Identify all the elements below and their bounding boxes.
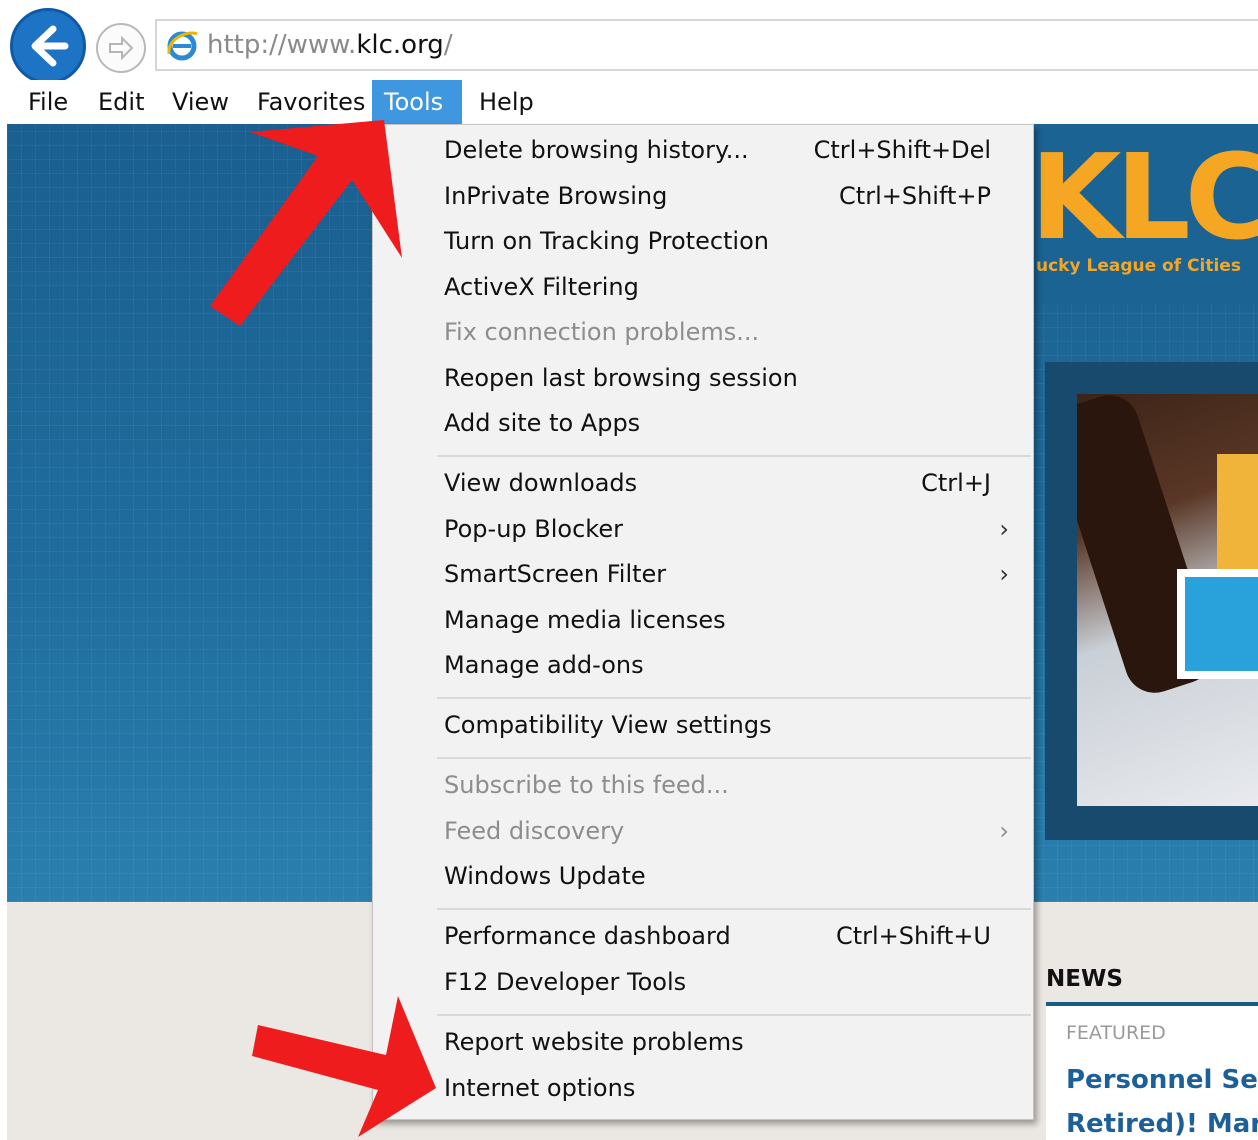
shortcut-label: Ctrl+Shift+P (839, 182, 991, 210)
menu-item-subscribe-feed: Subscribe to this feed... (373, 764, 1033, 810)
shortcut-label: Ctrl+Shift+Del (813, 136, 991, 164)
menu-item-label: Feed discovery (444, 817, 625, 845)
menu-item-activex-filtering[interactable]: ActiveX Filtering (373, 266, 1033, 312)
menu-item-label: Manage add-ons (444, 651, 644, 679)
image-accent-blue (1177, 569, 1258, 679)
menu-item-label: InPrivate Browsing (444, 182, 668, 210)
menu-item-label: View downloads (444, 469, 638, 497)
menu-item-label: SmartScreen Filter (444, 560, 667, 588)
news-headline-line-1: Personnel Ser (1066, 1065, 1258, 1095)
menu-item-label: Performance dashboard (444, 922, 731, 950)
url-field[interactable]: http://www.klc.org/ (155, 19, 1258, 71)
menu-item-label: Subscribe to this feed... (444, 771, 729, 799)
menu-item-internet-options[interactable]: Internet options (373, 1067, 1033, 1113)
menu-item-label: F12 Developer Tools (444, 968, 687, 996)
forward-arrow-icon (109, 35, 134, 61)
menu-item-popup-blocker[interactable]: Pop-up Blocker › (373, 508, 1033, 554)
submenu-chevron-icon: › (999, 560, 1009, 588)
tools-menu: Delete browsing history... Ctrl+Shift+De… (372, 124, 1034, 1120)
menu-separator (437, 757, 1031, 759)
menu-item-label: Internet options (444, 1074, 636, 1102)
featured-image[interactable] (1077, 394, 1258, 806)
address-bar-row: http://www.klc.org/ (0, 0, 1258, 84)
menu-separator (437, 455, 1031, 457)
internet-explorer-icon (167, 31, 198, 61)
news-headline-link[interactable]: Personnel Ser Retired)! Marc (1066, 1058, 1258, 1140)
menu-separator (437, 1014, 1031, 1016)
menu-item-manage-addons[interactable]: Manage add-ons (373, 644, 1033, 690)
menu-item-windows-update[interactable]: Windows Update (373, 855, 1033, 901)
menu-item-f12-developer-tools[interactable]: F12 Developer Tools (373, 961, 1033, 1007)
menu-view[interactable]: View (160, 80, 241, 124)
submenu-chevron-icon: › (999, 817, 1009, 845)
submenu-chevron-icon: › (999, 515, 1009, 543)
menu-separator (437, 697, 1031, 699)
menu-help[interactable]: Help (467, 80, 546, 124)
menu-item-inprivate-browsing[interactable]: InPrivate Browsing Ctrl+Shift+P (373, 175, 1033, 221)
back-button[interactable] (10, 8, 86, 84)
shortcut-label: Ctrl+J (921, 469, 991, 497)
menu-item-reopen-session[interactable]: Reopen last browsing session (373, 357, 1033, 403)
menu-item-manage-media-licenses[interactable]: Manage media licenses (373, 599, 1033, 645)
menu-item-feed-discovery: Feed discovery › (373, 810, 1033, 856)
menu-bar: File Edit View Favorites Tools Help (0, 80, 1258, 124)
url-text: http://www.klc.org/ (207, 30, 453, 60)
menu-item-label: Windows Update (444, 862, 646, 890)
menu-item-label: Fix connection problems... (444, 318, 760, 346)
forward-button[interactable] (96, 23, 146, 73)
featured-label: FEATURED (1066, 1022, 1166, 1044)
news-heading: NEWS (1046, 966, 1123, 992)
menu-tools[interactable]: Tools (372, 80, 462, 124)
menu-item-label: Compatibility View settings (444, 711, 772, 739)
menu-item-report-website-problems[interactable]: Report website problems (373, 1021, 1033, 1067)
menu-item-label: Add site to Apps (444, 409, 641, 437)
menu-edit[interactable]: Edit (86, 80, 156, 124)
menu-item-label: Manage media licenses (444, 606, 726, 634)
menu-favorites[interactable]: Favorites (245, 80, 377, 124)
site-logo[interactable]: KLC (1030, 138, 1258, 256)
menu-item-tracking-protection[interactable]: Turn on Tracking Protection (373, 220, 1033, 266)
menu-item-performance-dashboard[interactable]: Performance dashboard Ctrl+Shift+U (373, 915, 1033, 961)
menu-item-label: Report website problems (444, 1028, 744, 1056)
menu-item-label: Pop-up Blocker (444, 515, 623, 543)
menu-item-label: Turn on Tracking Protection (444, 227, 769, 255)
menu-item-label: Reopen last browsing session (444, 364, 798, 392)
menu-item-compatibility-view[interactable]: Compatibility View settings (373, 704, 1033, 750)
menu-item-fix-connection: Fix connection problems... (373, 311, 1033, 357)
menu-item-smartscreen-filter[interactable]: SmartScreen Filter › (373, 553, 1033, 599)
menu-separator (437, 908, 1031, 910)
menu-file[interactable]: File (16, 80, 80, 124)
menu-item-view-downloads[interactable]: View downloads Ctrl+J (373, 462, 1033, 508)
menu-item-label: ActiveX Filtering (444, 273, 639, 301)
shortcut-label: Ctrl+Shift+U (835, 922, 991, 950)
menu-item-delete-browsing-history[interactable]: Delete browsing history... Ctrl+Shift+De… (373, 129, 1033, 175)
back-arrow-icon (31, 25, 69, 67)
menu-item-label: Delete browsing history... (444, 136, 749, 164)
menu-item-add-site-to-apps[interactable]: Add site to Apps (373, 402, 1033, 448)
news-headline-line-2: Retired)! Marc (1066, 1109, 1258, 1139)
site-logo-tagline: ucky League of Cities (1036, 256, 1241, 276)
